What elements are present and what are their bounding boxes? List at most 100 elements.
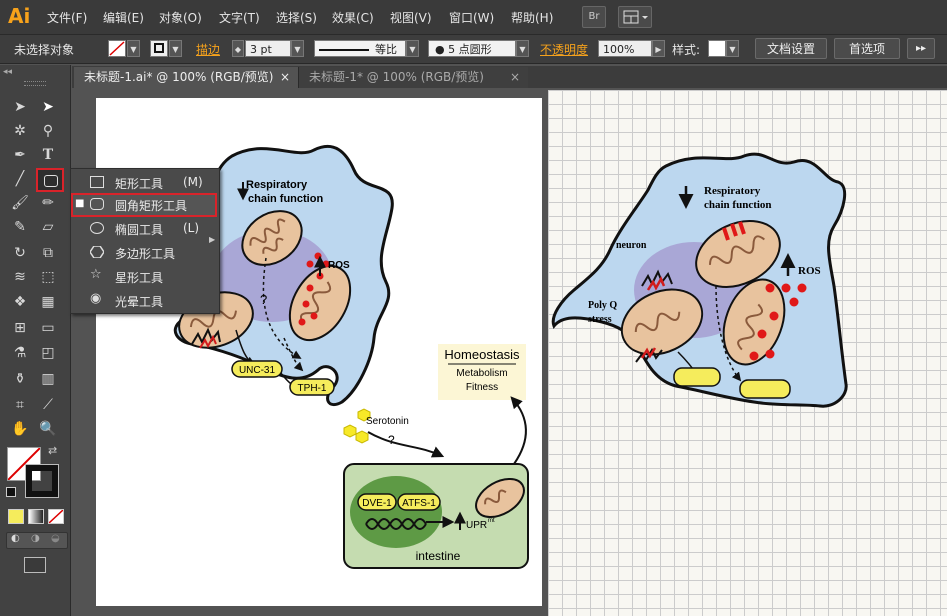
menu-window[interactable]: 窗口(W) (449, 9, 494, 26)
style-label: 样式: (672, 43, 701, 57)
stroke-weight-stepper[interactable]: ◆ (232, 40, 244, 57)
pencil-tool-icon[interactable]: ✏ (36, 192, 60, 214)
scale-tool-icon[interactable]: ⧉ (36, 242, 60, 264)
serotonin-question: ? (388, 433, 395, 447)
menu-edit[interactable]: 编辑(E) (103, 9, 144, 26)
gradient-mode-button[interactable] (28, 509, 44, 524)
stroke-profile-field[interactable]: 等比 (314, 40, 406, 57)
bridge-button[interactable]: Br (582, 6, 606, 28)
perspective-grid-tool-icon[interactable]: ▦ (36, 291, 60, 313)
intestine-nucleus (350, 476, 442, 548)
paintbrush-tool-icon[interactable]: 🖌 (8, 192, 32, 214)
preferences-button[interactable]: 首选项 (834, 38, 900, 59)
gradient-tool-icon[interactable]: ▭ (36, 317, 60, 339)
arrange-documents-icon (623, 10, 648, 24)
style-swatch[interactable] (708, 40, 726, 57)
draw-mode-buttons[interactable]: ◐ ◑ ◒ (6, 532, 68, 549)
zoom-tool-icon[interactable]: 🔍 (36, 418, 60, 440)
rectangle-tool-button[interactable] (36, 168, 64, 192)
column-graph-tool-icon[interactable]: ▥ (36, 368, 60, 390)
selection-status: 未选择对象 (14, 43, 75, 57)
flyout-item-ellipse[interactable]: 椭圆工具 (L) (71, 217, 217, 241)
swap-colors-icon[interactable]: ⇄ (48, 444, 57, 457)
close-tab-icon[interactable]: × (280, 67, 290, 88)
draw-normal-icon[interactable]: ◐ (11, 533, 20, 544)
brush-field[interactable]: ● 5 点圆形 (428, 40, 516, 57)
width-tool-icon[interactable]: ≋ (8, 266, 32, 288)
lasso-tool-icon[interactable]: ⚲ (36, 120, 60, 142)
flyout-item-polygon[interactable]: 多边形工具 (71, 241, 217, 265)
selected-bullet-icon: ■ (75, 198, 85, 209)
flyout-item-star[interactable]: ☆ 星形工具 (71, 265, 217, 289)
ros-label-right: ROS (798, 265, 821, 277)
question-mark: ? (260, 292, 267, 307)
stroke-label[interactable]: 描边 (196, 41, 220, 58)
screen-mode-icon[interactable] (24, 557, 46, 573)
stroke-color-box[interactable] (25, 464, 59, 498)
default-colors-icon[interactable] (6, 487, 16, 497)
style-dropdown[interactable]: ▼ (726, 40, 739, 57)
rectangle-icon (90, 176, 104, 188)
artboard-tool-icon[interactable]: ⌗ (8, 394, 32, 416)
fill-swatch[interactable] (108, 40, 126, 57)
rotate-tool-icon[interactable]: ↻ (8, 242, 32, 264)
draw-inside-icon[interactable]: ◒ (51, 533, 60, 544)
collapse-panel-icon[interactable]: ◂◂ (3, 67, 12, 77)
shape-tools-flyout: 矩形工具 (M) ■ 圆角矩形工具 椭圆工具 (L) 多边形工具 ☆ 星形工具 … (70, 168, 220, 314)
flyout-item-flare[interactable]: ◉ 光晕工具 (71, 289, 217, 313)
ellipse-icon (90, 222, 104, 234)
line-tool-icon[interactable]: ╱ (8, 168, 32, 190)
selection-tool-icon[interactable]: ➤ (8, 96, 32, 118)
menu-effect[interactable]: 效果(C) (332, 9, 374, 26)
shape-builder-tool-icon[interactable]: ❖ (8, 291, 32, 313)
pen-tool-icon[interactable]: ✒ (8, 144, 32, 166)
menu-help[interactable]: 帮助(H) (511, 9, 553, 26)
blend-tool-icon[interactable]: ◰ (36, 342, 60, 364)
none-fill-icon (109, 41, 125, 56)
atfs1-label: ATFS-1 (402, 498, 436, 509)
opacity-dropdown[interactable]: ▶ (652, 40, 665, 57)
draw-behind-icon[interactable]: ◑ (31, 533, 40, 544)
free-transform-tool-icon[interactable]: ⬚ (36, 266, 60, 288)
type-tool-icon[interactable]: T (36, 144, 60, 166)
flyout-item-rectangle[interactable]: 矩形工具 (M) (71, 171, 217, 195)
menu-select[interactable]: 选择(S) (276, 9, 317, 26)
tear-off-icon[interactable]: ▶ (209, 235, 215, 244)
brush-label: 5 点圆形 (448, 43, 492, 56)
direct-selection-tool-icon[interactable]: ➤ (36, 96, 60, 118)
document-setup-button[interactable]: 文档设置 (755, 38, 827, 59)
none-mode-button[interactable] (48, 509, 64, 524)
stroke-weight-dropdown[interactable]: ▼ (291, 40, 304, 57)
tab-document-2[interactable]: 未标题-1* @ 100% (RGB/预览) × (298, 67, 528, 88)
symbol-sprayer-tool-icon[interactable]: ⚱ (8, 368, 32, 390)
mesh-tool-icon[interactable]: ⊞ (8, 317, 32, 339)
tab-label: 未标题-1* @ 100% (RGB/预览) (309, 70, 484, 84)
stroke-dropdown[interactable]: ▼ (169, 40, 182, 57)
opacity-label[interactable]: 不透明度 (540, 41, 588, 58)
respiratory-label-line2: chain function (248, 193, 323, 205)
stroke-swatch[interactable] (150, 40, 168, 57)
slice-tool-icon[interactable]: ⟋ (36, 394, 60, 416)
close-tab-icon[interactable]: × (510, 67, 520, 88)
opacity-field[interactable]: 100% (598, 40, 652, 57)
align-options-button[interactable]: ▸▸ (907, 38, 935, 59)
brush-dropdown[interactable]: ▼ (516, 40, 529, 57)
eyedropper-tool-icon[interactable]: ⚗ (8, 342, 32, 364)
eraser-tool-icon[interactable]: ▱ (36, 216, 60, 238)
blob-brush-tool-icon[interactable]: ✎ (8, 216, 32, 238)
fill-dropdown[interactable]: ▼ (127, 40, 140, 57)
panel-grip[interactable] (24, 81, 46, 86)
color-mode-button[interactable] (8, 509, 24, 524)
menu-object[interactable]: 对象(O) (159, 9, 202, 26)
flyout-item-rounded-rectangle[interactable]: ■ 圆角矩形工具 (71, 193, 217, 217)
stroke-profile-dropdown[interactable]: ▼ (406, 40, 419, 57)
menu-view[interactable]: 视图(V) (390, 9, 432, 26)
stroke-weight-field[interactable]: 3 pt (245, 40, 291, 57)
tab-document-1[interactable]: 未标题-1.ai* @ 100% (RGB/预览) × (74, 67, 298, 88)
menu-type[interactable]: 文字(T) (219, 9, 260, 26)
arrange-documents-button[interactable] (618, 6, 652, 28)
hand-tool-icon[interactable]: ✋ (8, 418, 32, 440)
flyout-shortcut: (L) (183, 221, 200, 235)
menu-file[interactable]: 文件(F) (47, 9, 87, 26)
magic-wand-tool-icon[interactable]: ✲ (8, 120, 32, 142)
